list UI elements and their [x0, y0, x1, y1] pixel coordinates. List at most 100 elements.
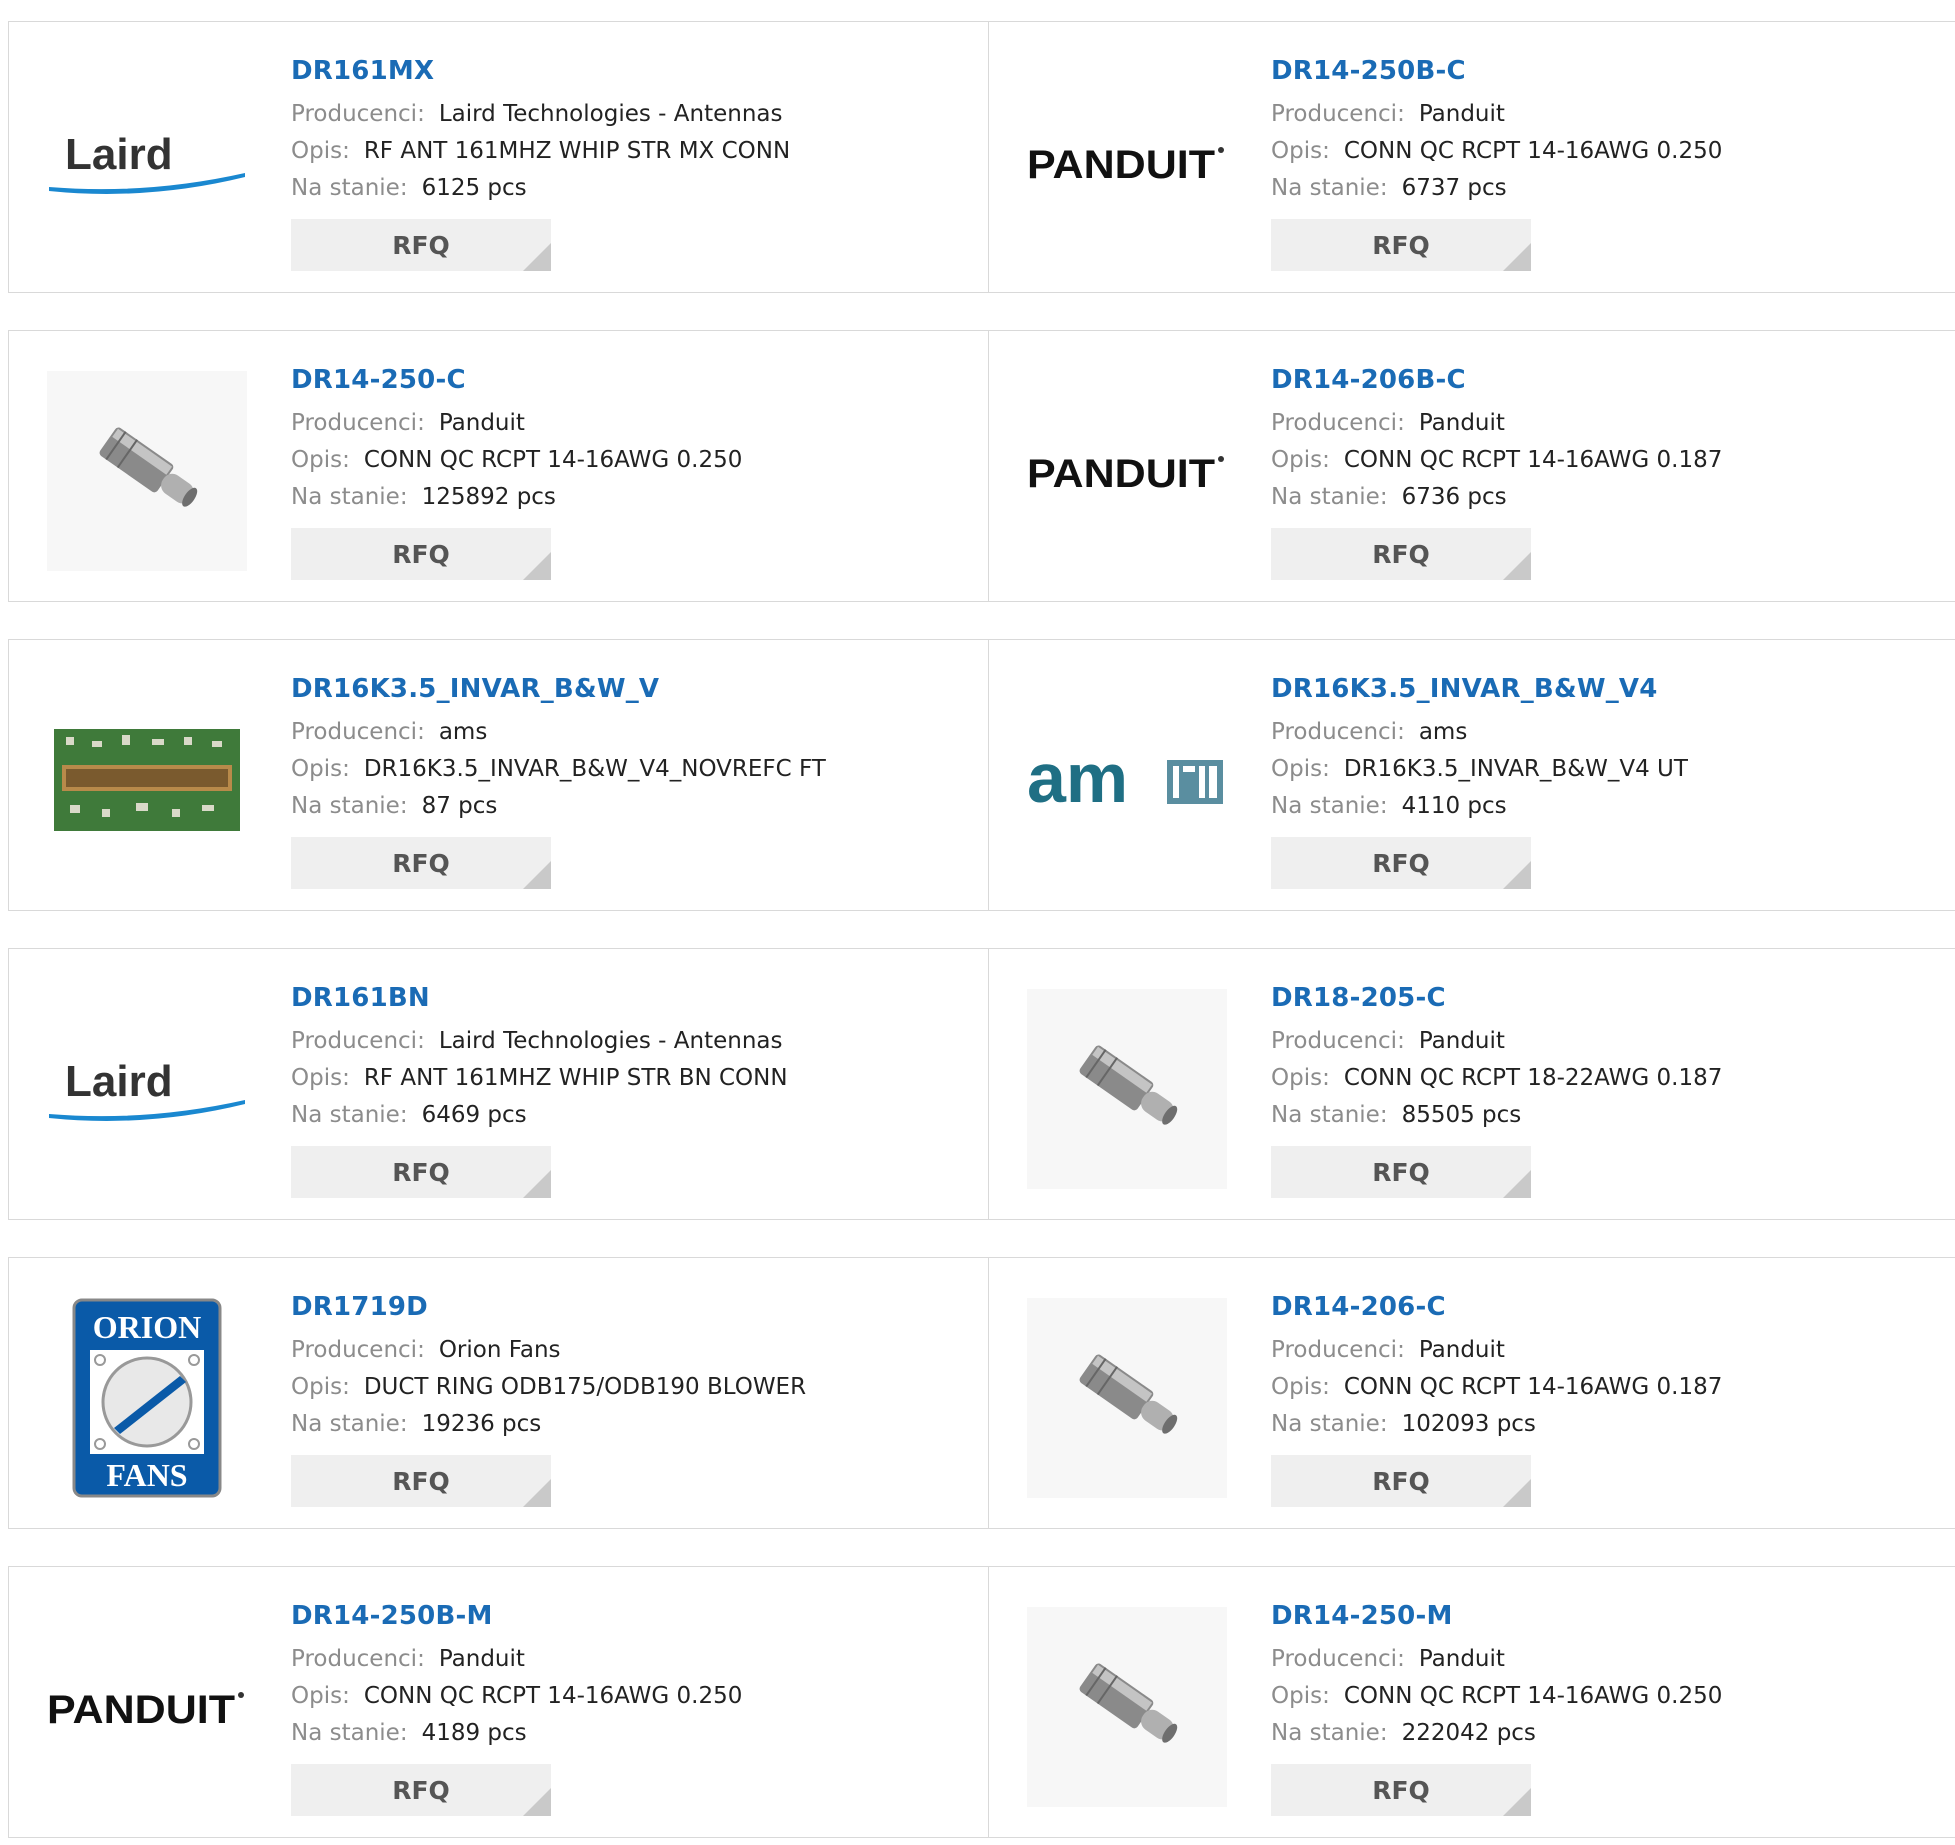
description-value: CONN QC RCPT 14-16AWG 0.250 [1343, 138, 1723, 164]
manufacturer-value: Panduit [1418, 410, 1505, 436]
panduit-logo-text: PANDUIT [1027, 143, 1215, 187]
rfq-button[interactable]: RFQ [291, 1764, 551, 1816]
product-card: DR16K3.5_INVAR_B&W_V Producenci: ams Opis… [9, 640, 988, 910]
description-label: Opis: [291, 447, 350, 473]
part-number-link[interactable]: DR16K3.5_INVAR_B&W_V4 [1271, 672, 1688, 706]
stock-line: Na stanie: 87 pcs [291, 788, 826, 825]
stock-value: 19236 pcs [421, 1411, 542, 1437]
description-value: DR16K3.5_INVAR_B&W_V4_NOVREFC FT [363, 756, 826, 782]
stock-value: 125892 pcs [421, 484, 556, 510]
part-number-link[interactable]: DR14-250-C [291, 363, 742, 397]
part-number-link[interactable]: DR16K3.5_INVAR_B&W_V [291, 672, 826, 706]
product-thumbnail[interactable]: am [1027, 680, 1227, 880]
rfq-button[interactable]: RFQ [291, 1146, 551, 1198]
rfq-button[interactable]: RFQ [1271, 1455, 1531, 1507]
part-number-link[interactable]: DR14-206B-C [1271, 363, 1722, 397]
part-number-link[interactable]: DR18-205-C [1271, 981, 1722, 1015]
product-thumbnail[interactable]: Laird [47, 62, 247, 262]
manufacturer-line: Producenci: ams [291, 714, 826, 751]
description-value: CONN QC RCPT 18-22AWG 0.187 [1343, 1065, 1723, 1091]
description-value: DUCT RING ODB175/ODB190 BLOWER [363, 1374, 807, 1400]
product-thumbnail[interactable] [47, 680, 247, 880]
product-row: PANDUIT DR14-250B-M Producenci: Panduit O… [8, 1566, 1955, 1838]
rfq-button[interactable]: RFQ [1271, 1146, 1531, 1198]
product-info: DR161MX Producenci: Laird Technologies - … [291, 54, 790, 271]
stock-label: Na stanie: [1271, 793, 1388, 819]
rfq-button-label: RFQ [1372, 848, 1430, 878]
manufacturer-label: Producenci: [1271, 410, 1405, 436]
stock-value: 6736 pcs [1401, 484, 1507, 510]
part-number-link[interactable]: DR161BN [291, 981, 788, 1015]
product-thumbnail[interactable]: ORION FANS [47, 1298, 247, 1498]
stock-line: Na stanie: 19236 pcs [291, 1406, 806, 1443]
product-info: DR18-205-C Producenci: Panduit Opis: CONN … [1271, 981, 1722, 1198]
product-thumbnail[interactable] [1027, 1607, 1227, 1807]
product-info: DR14-250B-M Producenci: Panduit Opis: CONN… [291, 1599, 742, 1816]
manufacturer-line: Producenci: Panduit [1271, 1023, 1722, 1060]
description-value: CONN QC RCPT 14-16AWG 0.250 [363, 447, 743, 473]
product-info: DR161BN Producenci: Laird Technologies - … [291, 981, 788, 1198]
part-number-link[interactable]: DR161MX [291, 54, 790, 88]
product-info: DR14-250B-C Producenci: Panduit Opis: CONN… [1271, 54, 1722, 271]
rfq-button[interactable]: RFQ [291, 1455, 551, 1507]
manufacturer-line: Producenci: Panduit [1271, 405, 1722, 442]
stock-line: Na stanie: 222042 pcs [1271, 1715, 1722, 1752]
rfq-button[interactable]: RFQ [291, 528, 551, 580]
product-card: Laird DR161MX Producenci: Laird Technolog… [9, 22, 988, 292]
product-thumbnail[interactable]: PANDUIT [47, 1607, 247, 1807]
description-line: Opis: RF ANT 161MHZ WHIP STR BN CONN [291, 1060, 788, 1097]
product-thumbnail[interactable]: PANDUIT [1027, 371, 1227, 571]
description-label: Opis: [1271, 1065, 1330, 1091]
connector-photo [1027, 989, 1227, 1189]
stock-label: Na stanie: [291, 1411, 408, 1437]
stock-label: Na stanie: [1271, 1102, 1388, 1128]
ams-logo: am [1027, 740, 1223, 817]
panduit-logo-text: PANDUIT [1027, 452, 1215, 496]
product-info: DR16K3.5_INVAR_B&W_V4 Producenci: ams Opi… [1271, 672, 1688, 889]
part-number-link[interactable]: DR14-250-M [1271, 1599, 1722, 1633]
part-number-link[interactable]: DR1719D [291, 1290, 806, 1324]
rfq-button[interactable]: RFQ [1271, 528, 1531, 580]
stock-value: 6737 pcs [1401, 175, 1507, 201]
description-label: Opis: [1271, 138, 1330, 164]
manufacturer-label: Producenci: [291, 1028, 425, 1054]
stock-value: 87 pcs [421, 793, 498, 819]
ams-logo-text: am [1027, 740, 1128, 817]
description-line: Opis: CONN QC RCPT 18-22AWG 0.187 [1271, 1060, 1722, 1097]
product-thumbnail[interactable] [1027, 989, 1227, 1189]
manufacturer-value: Panduit [438, 410, 525, 436]
part-number-link[interactable]: DR14-250B-C [1271, 54, 1722, 88]
description-value: CONN QC RCPT 14-16AWG 0.187 [1343, 447, 1723, 473]
manufacturer-label: Producenci: [1271, 719, 1405, 745]
rfq-button[interactable]: RFQ [1271, 837, 1531, 889]
product-card: DR18-205-C Producenci: Panduit Opis: CONN … [988, 949, 1955, 1219]
connector-photo [47, 371, 247, 571]
part-number-link[interactable]: DR14-206-C [1271, 1290, 1722, 1324]
manufacturer-value: Panduit [1418, 101, 1505, 127]
manufacturer-label: Producenci: [291, 101, 425, 127]
stock-value: 6469 pcs [421, 1102, 527, 1128]
product-info: DR14-250-M Producenci: Panduit Opis: CONN … [1271, 1599, 1722, 1816]
laird-logo-text: Laird [65, 130, 173, 179]
product-thumbnail[interactable] [1027, 1298, 1227, 1498]
stock-label: Na stanie: [291, 1102, 408, 1128]
product-thumbnail[interactable]: PANDUIT [1027, 62, 1227, 262]
description-value: DR16K3.5_INVAR_B&W_V4 UT [1343, 756, 1688, 782]
product-thumbnail[interactable]: Laird [47, 989, 247, 1189]
rfq-button[interactable]: RFQ [291, 837, 551, 889]
rfq-button[interactable]: RFQ [1271, 219, 1531, 271]
part-number-link[interactable]: DR14-250B-M [291, 1599, 742, 1633]
stock-line: Na stanie: 85505 pcs [1271, 1097, 1722, 1134]
product-row: DR14-250-C Producenci: Panduit Opis: CONN … [8, 330, 1955, 602]
manufacturer-value: Panduit [1418, 1337, 1505, 1363]
description-line: Opis: CONN QC RCPT 14-16AWG 0.187 [1271, 1369, 1722, 1406]
rfq-button[interactable]: RFQ [291, 219, 551, 271]
product-thumbnail[interactable] [47, 371, 247, 571]
product-card: DR14-250-M Producenci: Panduit Opis: CONN … [988, 1567, 1955, 1837]
stock-line: Na stanie: 6736 pcs [1271, 479, 1722, 516]
rfq-button-label: RFQ [1372, 230, 1430, 260]
product-list: Laird DR161MX Producenci: Laird Technolog… [0, 0, 1955, 1845]
description-line: Opis: CONN QC RCPT 14-16AWG 0.250 [291, 442, 742, 479]
rfq-button[interactable]: RFQ [1271, 1764, 1531, 1816]
orion-logo-bottom: FANS [106, 1457, 187, 1493]
